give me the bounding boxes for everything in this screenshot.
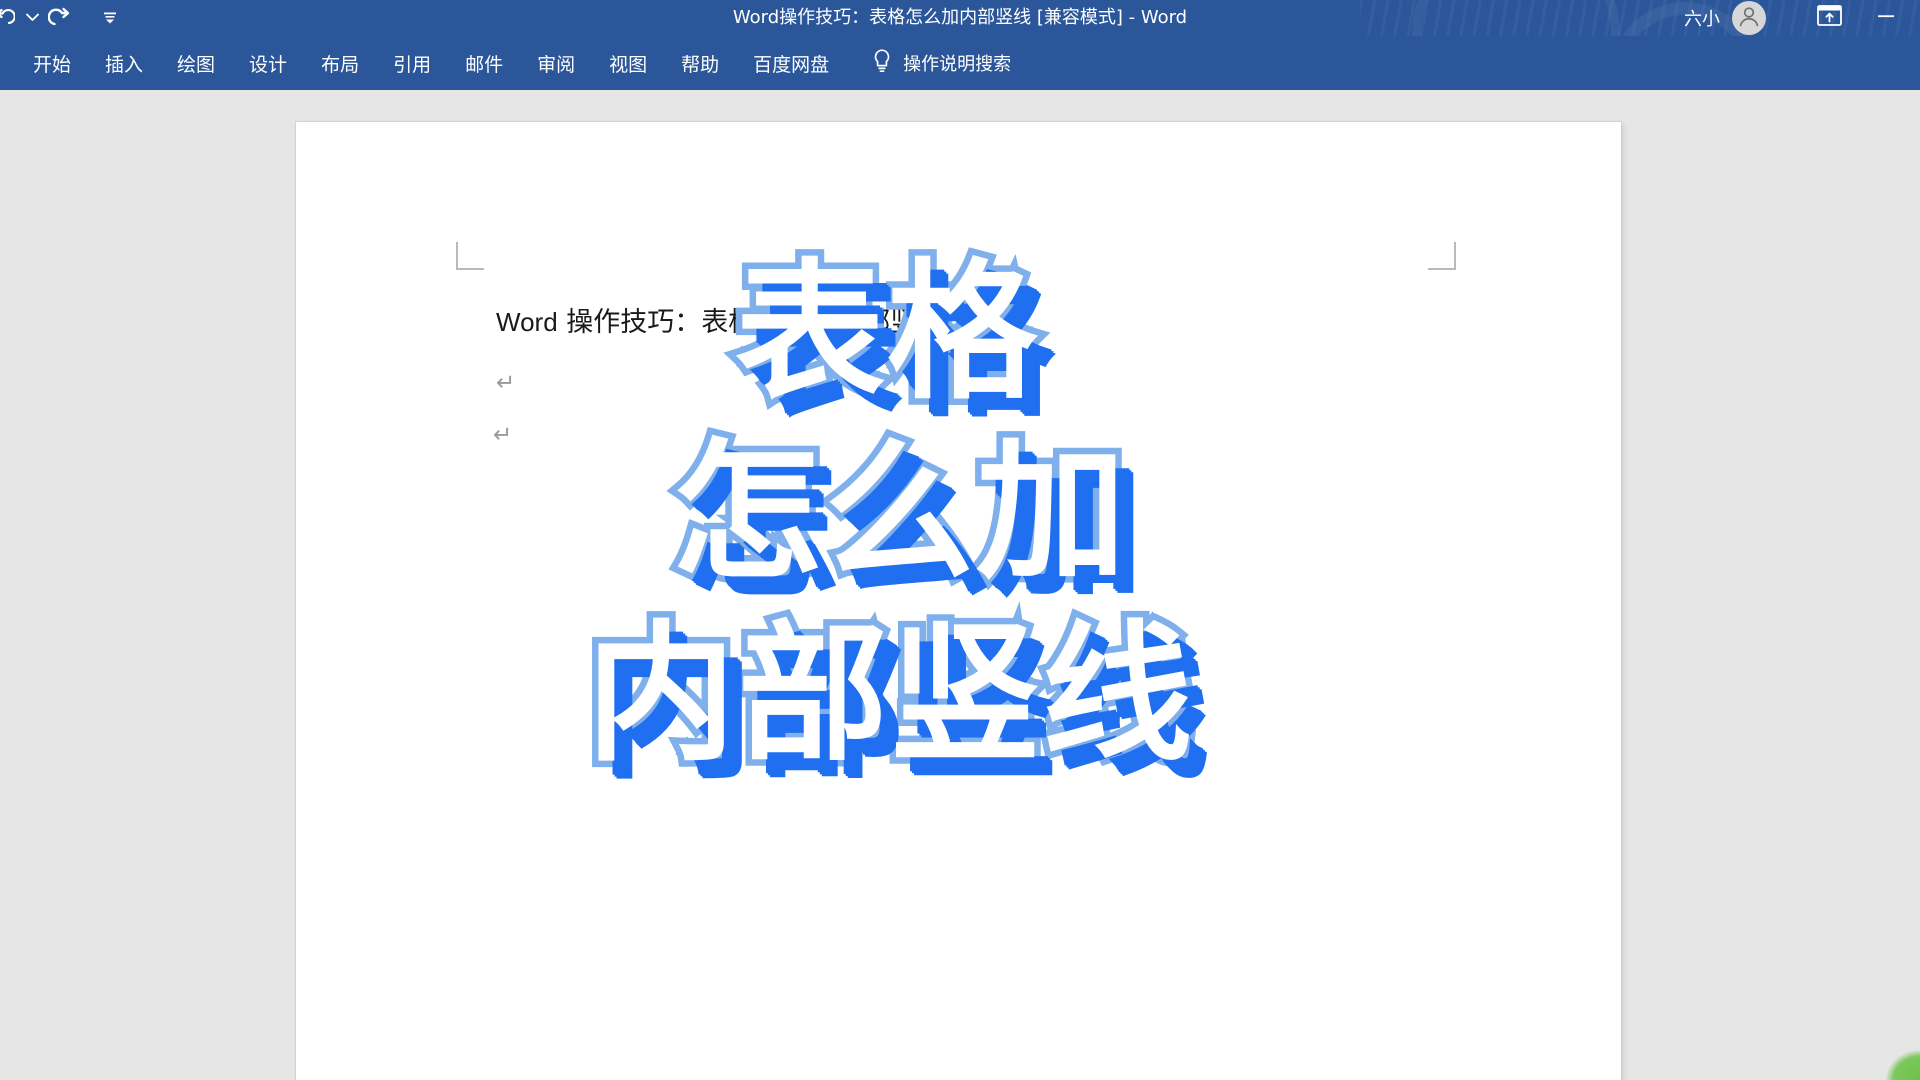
person-avatar-icon bbox=[1736, 3, 1762, 34]
minimize-icon bbox=[1875, 9, 1897, 27]
tab-draw[interactable]: 绘图 bbox=[160, 46, 232, 81]
title-bar-decoration-circle bbox=[1412, 0, 1620, 36]
tab-help[interactable]: 帮助 bbox=[664, 46, 736, 81]
customize-quick-access-toolbar-button[interactable] bbox=[92, 3, 128, 33]
title-bar-right-controls: 六小 bbox=[1684, 0, 1920, 36]
document-heading-cjk: 操作技巧：表格怎么加内部竖线 bbox=[557, 307, 945, 338]
tab-review[interactable]: 审阅 bbox=[520, 46, 592, 81]
paragraph-mark-2: ↵ bbox=[493, 422, 513, 448]
tab-mailings[interactable]: 邮件 bbox=[448, 46, 520, 81]
document-heading: Word 操作技巧：表格怎么加内部竖线 bbox=[496, 300, 944, 339]
quick-access-toolbar bbox=[0, 0, 128, 36]
window-title: Word操作技巧：表格怎么加内部竖线 [兼容模式] - Word bbox=[732, 7, 1188, 28]
redo-button[interactable] bbox=[42, 3, 78, 33]
tab-baidu-netdisk[interactable]: 百度网盘 bbox=[736, 46, 846, 81]
document-page[interactable]: Word 操作技巧：表格怎么加内部竖线 ↵ ↵ bbox=[296, 122, 1621, 1080]
redo-icon bbox=[48, 6, 72, 30]
tab-layout[interactable]: 布局 bbox=[304, 46, 376, 81]
tab-design[interactable]: 设计 bbox=[232, 46, 304, 81]
status-indicator-nub bbox=[1886, 1050, 1920, 1080]
tab-insert[interactable]: 插入 bbox=[88, 46, 160, 81]
ribbon-display-options-icon bbox=[1816, 5, 1842, 31]
margin-marker-top-right bbox=[1428, 242, 1456, 270]
tab-view[interactable]: 视图 bbox=[592, 46, 664, 81]
title-bar: Word操作技巧：表格怎么加内部竖线 [兼容模式] - Word 六小 bbox=[0, 0, 1920, 36]
paragraph-mark-1: ↵ bbox=[496, 370, 516, 396]
ribbon-display-options-button[interactable] bbox=[1806, 0, 1852, 36]
word-application-window: Word操作技巧：表格怎么加内部竖线 [兼容模式] - Word 六小 开始 插… bbox=[0, 0, 1920, 1080]
margin-marker-top-left bbox=[456, 242, 484, 270]
undo-dropdown-button[interactable] bbox=[22, 3, 42, 33]
customize-quick-access-toolbar-icon bbox=[102, 11, 118, 25]
lightbulb-icon bbox=[872, 48, 892, 79]
tab-references[interactable]: 引用 bbox=[376, 46, 448, 81]
tell-me-search[interactable]: 操作说明搜索 bbox=[872, 48, 1011, 79]
account-name[interactable]: 六小 bbox=[1684, 5, 1720, 31]
tab-home[interactable]: 开始 bbox=[16, 46, 88, 81]
chevron-down-icon bbox=[25, 9, 39, 27]
tell-me-label: 操作说明搜索 bbox=[903, 54, 1012, 75]
undo-icon bbox=[0, 7, 15, 29]
avatar[interactable] bbox=[1732, 1, 1766, 35]
ribbon-tab-bar: 开始 插入 绘图 设计 布局 引用 邮件 审阅 视图 帮助 百度网盘 操作说明搜… bbox=[0, 36, 1920, 90]
document-heading-latin: Word bbox=[496, 307, 558, 337]
minimize-button[interactable] bbox=[1852, 0, 1920, 36]
undo-button[interactable] bbox=[0, 3, 22, 33]
document-canvas[interactable]: Word 操作技巧：表格怎么加内部竖线 ↵ ↵ bbox=[0, 90, 1920, 1080]
